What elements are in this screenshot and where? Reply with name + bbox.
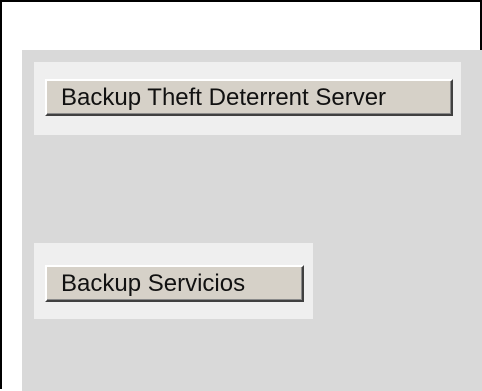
window-frame: Backup Theft Deterrent Server Backup Ser… [0, 0, 482, 391]
button-container-servicios: Backup Servicios [34, 243, 313, 319]
content-panel: Backup Theft Deterrent Server Backup Ser… [22, 50, 482, 391]
backup-theft-deterrent-server-button[interactable]: Backup Theft Deterrent Server [45, 79, 453, 116]
backup-servicios-button[interactable]: Backup Servicios [45, 265, 304, 302]
button-container-theft-deterrent: Backup Theft Deterrent Server [34, 62, 461, 135]
